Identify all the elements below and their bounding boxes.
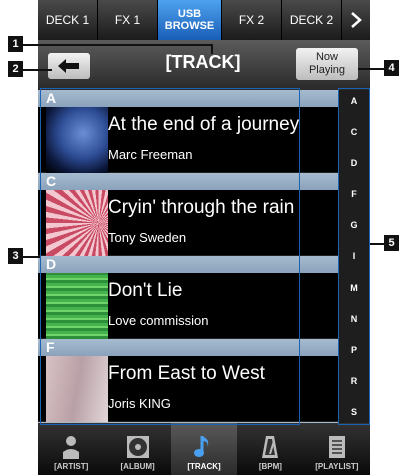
header-bar: [TRACK] Now Playing — [38, 40, 370, 90]
page-title: [TRACK] — [165, 52, 241, 72]
bottom-tab-bar: [ARTIST] [ALBUM] [TRACK] [BPM] [PLAYLIST… — [38, 423, 370, 475]
callout-2: 2 — [8, 61, 23, 77]
tab-track-label: [TRACK] — [187, 462, 221, 471]
callout-highlight-index — [338, 88, 370, 425]
now-playing-button[interactable]: Now Playing — [296, 48, 358, 80]
now-playing-label-2: Playing — [308, 64, 346, 76]
tab-artist-label: [ARTIST] — [54, 462, 89, 471]
playlist-icon — [328, 436, 345, 458]
tab-bpm[interactable]: [BPM] — [237, 423, 303, 475]
tab-next-button[interactable] — [342, 0, 370, 40]
tab-playlist[interactable]: [PLAYLIST] — [304, 423, 370, 475]
tab-usb-browse[interactable]: USB BROWSE — [158, 0, 222, 40]
tab-fx2[interactable]: FX 2 — [222, 0, 282, 40]
music-note-icon — [194, 436, 209, 457]
callout-leader-1b — [211, 44, 213, 54]
tab-playlist-label: [PLAYLIST] — [315, 462, 359, 471]
callout-highlight-list — [40, 88, 300, 425]
chevron-right-icon — [351, 12, 362, 28]
callout-5: 5 — [384, 235, 399, 251]
back-arrow-icon — [58, 59, 79, 73]
top-tab-bar: DECK 1 FX 1 USB BROWSE FX 2 DECK 2 — [38, 0, 370, 40]
disc-icon — [126, 436, 149, 458]
tab-bpm-label: [BPM] — [258, 462, 282, 471]
tab-usb-label-1: USB — [177, 8, 202, 20]
tab-album-label: [ALBUM] — [120, 462, 155, 471]
now-playing-label-1: Now — [315, 51, 338, 63]
tab-track[interactable]: [TRACK] — [170, 423, 238, 475]
tab-fx1[interactable]: FX 1 — [98, 0, 158, 40]
tab-artist[interactable]: [ARTIST] — [38, 423, 104, 475]
back-button[interactable] — [48, 53, 90, 79]
metronome-icon — [262, 436, 279, 458]
callout-leader-2 — [22, 69, 52, 71]
callout-3: 3 — [8, 248, 23, 264]
tab-deck1[interactable]: DECK 1 — [38, 0, 98, 40]
callout-leader-1 — [22, 44, 212, 46]
tab-album[interactable]: [ALBUM] — [104, 423, 170, 475]
callout-4: 4 — [384, 60, 399, 76]
tab-deck2[interactable]: DECK 2 — [282, 0, 342, 40]
callout-1: 1 — [8, 36, 23, 52]
person-icon — [63, 436, 80, 459]
tab-usb-label-2: BROWSE — [164, 20, 215, 32]
callout-leader-3 — [22, 256, 40, 258]
